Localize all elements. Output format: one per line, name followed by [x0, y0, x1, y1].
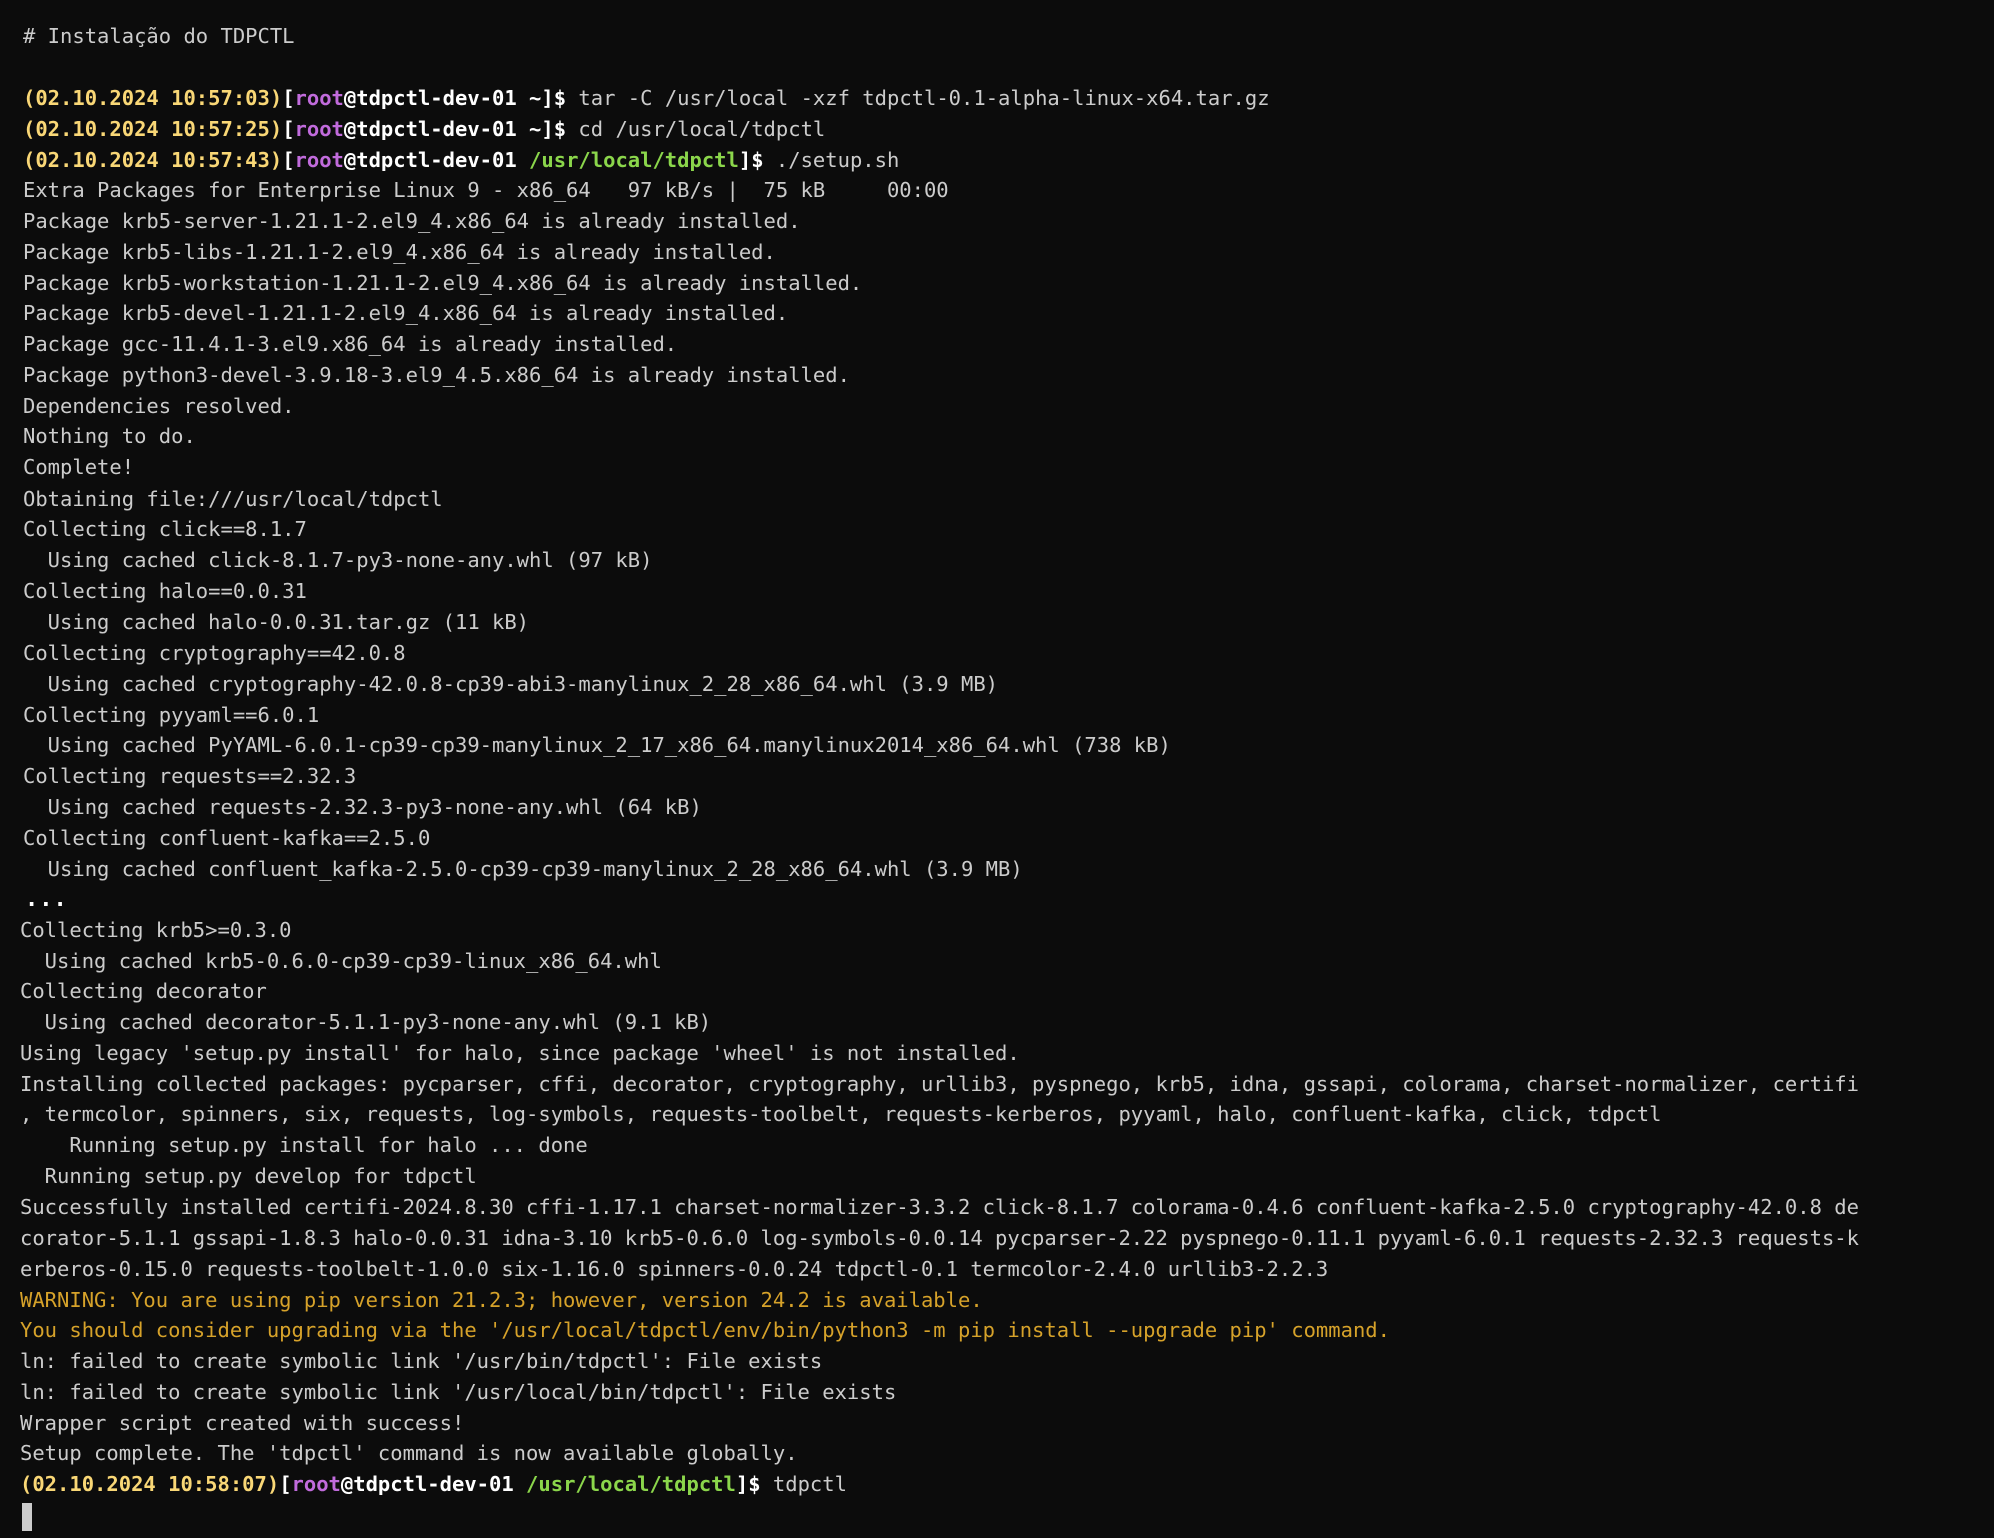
prompt-user: root	[294, 148, 344, 172]
prompt-bracket-open: [	[282, 86, 295, 110]
prompt-timestamp: (02.10.2024 10:57:43)	[23, 148, 283, 172]
output-line: Running setup.py develop for tdpctl	[20, 1164, 477, 1188]
prompt-line: (02.10.2024 10:57:43)[root@tdpctl-dev-01…	[23, 145, 899, 175]
prompt-path: /usr/local/tdpctl	[529, 148, 739, 172]
output-line: Using cached confluent_kafka-2.5.0-cp39-…	[23, 857, 1023, 881]
prompt-host: @tdpctl-dev-01	[340, 1472, 514, 1496]
prompt-bracket-close: ]$	[541, 86, 567, 110]
output-line: erberos-0.15.0 requests-toolbelt-1.0.0 s…	[20, 1257, 1329, 1281]
output-line: Running setup.py install for halo ... do…	[20, 1133, 588, 1157]
prompt-bracket-close: ]$	[738, 148, 764, 172]
prompt-bracket-close: ]$	[541, 117, 567, 141]
prompt-bracket-open: [	[279, 1472, 292, 1496]
output-line: Using legacy 'setup.py install' for halo…	[20, 1041, 1020, 1065]
output-line: Complete!	[23, 455, 135, 479]
output-line: Installing collected packages: pycparser…	[20, 1072, 1859, 1096]
truncation-ellipsis: ...	[25, 887, 68, 912]
output-line: Using cached click-8.1.7-py3-none-any.wh…	[23, 548, 653, 572]
output-line: Collecting krb5>=0.3.0	[20, 918, 292, 942]
prompt-path: ~	[529, 117, 542, 141]
output-line: Collecting click==8.1.7	[23, 517, 307, 541]
output-line: Collecting requests==2.32.3	[23, 764, 357, 788]
output-line: Dependencies resolved.	[23, 394, 295, 418]
output-line: Package python3-devel-3.9.18-3.el9_4.5.x…	[23, 363, 850, 387]
prompt-line: (02.10.2024 10:57:25)[root@tdpctl-dev-01…	[23, 114, 825, 144]
output-line: corator-5.1.1 gssapi-1.8.3 halo-0.0.31 i…	[20, 1226, 1859, 1250]
output-line: Collecting halo==0.0.31	[23, 579, 307, 603]
output-line: Package krb5-devel-1.21.1-2.el9_4.x86_64…	[23, 301, 789, 325]
warning-line: You should consider upgrading via the '/…	[20, 1318, 1390, 1342]
prompt-bracket-close: ]$	[735, 1472, 761, 1496]
prompt-path: /usr/local/tdpctl	[526, 1472, 736, 1496]
prompt-line: (02.10.2024 10:57:03)[root@tdpctl-dev-01…	[23, 83, 1270, 113]
text-cursor[interactable]	[22, 1503, 32, 1531]
warning-line: WARNING: You are using pip version 21.2.…	[20, 1288, 983, 1312]
output-line: Setup complete. The 'tdpctl' command is …	[20, 1441, 798, 1465]
prompt-command: cd /usr/local/tdpctl	[566, 117, 826, 141]
output-line: ln: failed to create symbolic link '/usr…	[20, 1349, 823, 1373]
output-line: , termcolor, spinners, six, requests, lo…	[20, 1102, 1662, 1126]
output-line: Obtaining file:///usr/local/tdpctl	[23, 487, 443, 511]
output-line: Package krb5-server-1.21.1-2.el9_4.x86_6…	[23, 209, 801, 233]
prompt-line: (02.10.2024 10:58:07)[root@tdpctl-dev-01…	[20, 1469, 847, 1499]
output-line: Collecting pyyaml==6.0.1	[23, 703, 320, 727]
prompt-command: tar -C /usr/local -xzf tdpctl-0.1-alpha-…	[566, 86, 1270, 110]
output-line: Using cached requests-2.32.3-py3-none-an…	[23, 795, 702, 819]
heading-comment: # Instalação do TDPCTL	[23, 24, 295, 48]
prompt-timestamp: (02.10.2024 10:57:03)	[23, 86, 283, 110]
prompt-user: root	[294, 86, 344, 110]
prompt-bracket-open: [	[282, 148, 295, 172]
output-line: Using cached PyYAML-6.0.1-cp39-cp39-many…	[23, 733, 1171, 757]
output-line: Extra Packages for Enterprise Linux 9 - …	[23, 178, 949, 202]
prompt-host: @tdpctl-dev-01	[343, 86, 517, 110]
output-line: Using cached halo-0.0.31.tar.gz (11 kB)	[23, 610, 530, 634]
prompt-command: ./setup.sh	[763, 148, 900, 172]
prompt-command: tdpctl	[760, 1472, 847, 1496]
prompt-user: root	[294, 117, 344, 141]
output-line: Collecting confluent-kafka==2.5.0	[23, 826, 431, 850]
prompt-host: @tdpctl-dev-01	[343, 148, 517, 172]
output-line: Successfully installed certifi-2024.8.30…	[20, 1195, 1859, 1219]
output-line: ln: failed to create symbolic link '/usr…	[20, 1380, 897, 1404]
prompt-bracket-open: [	[282, 117, 295, 141]
output-line: Wrapper script created with success!	[20, 1411, 465, 1435]
output-line: Package krb5-libs-1.21.1-2.el9_4.x86_64 …	[23, 240, 776, 264]
prompt-host: @tdpctl-dev-01	[343, 117, 517, 141]
output-line: Nothing to do.	[23, 424, 196, 448]
output-line: Using cached krb5-0.6.0-cp39-cp39-linux_…	[20, 949, 662, 973]
prompt-user: root	[291, 1472, 341, 1496]
output-line: Package krb5-workstation-1.21.1-2.el9_4.…	[23, 271, 863, 295]
output-line: Collecting decorator	[20, 979, 267, 1003]
output-line: Using cached cryptography-42.0.8-cp39-ab…	[23, 672, 999, 696]
output-line: Using cached decorator-5.1.1-py3-none-an…	[20, 1010, 712, 1034]
prompt-timestamp: (02.10.2024 10:58:07)	[20, 1472, 280, 1496]
output-line: Collecting cryptography==42.0.8	[23, 641, 406, 665]
prompt-timestamp: (02.10.2024 10:57:25)	[23, 117, 283, 141]
prompt-path: ~	[529, 86, 542, 110]
output-line: Package gcc-11.4.1-3.el9.x86_64 is alrea…	[23, 332, 678, 356]
